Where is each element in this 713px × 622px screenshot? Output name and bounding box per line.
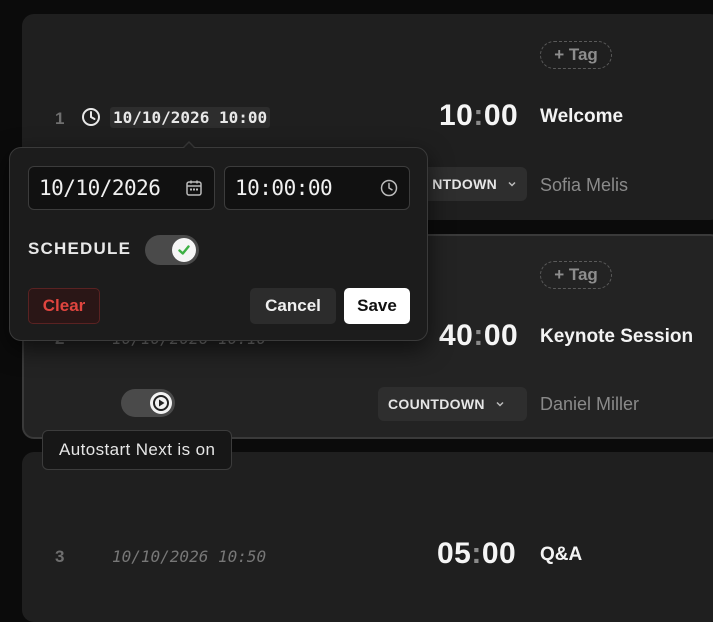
event-duration[interactable]: 10:00 [439, 99, 518, 133]
timer-type-select[interactable]: NTDOWN [418, 167, 527, 201]
timer-type-select[interactable]: COUNTDOWN [378, 387, 527, 421]
event-index: 3 [55, 547, 65, 566]
event-title[interactable]: Q&A [540, 544, 582, 566]
check-icon [178, 245, 190, 255]
autostart-tooltip: Autostart Next is on [42, 430, 233, 470]
event-duration[interactable]: 05:00 [437, 537, 516, 571]
event-index: 1 [55, 109, 65, 128]
toggle-knob [150, 392, 172, 414]
cancel-button[interactable]: Cancel [250, 288, 336, 324]
calendar-icon[interactable] [184, 178, 204, 198]
chevron-down-icon [496, 401, 504, 407]
play-icon [153, 395, 169, 411]
date-field[interactable]: 10/10/2026 [28, 166, 215, 210]
scheduled-time[interactable]: 10/10/2026 10:50 [112, 547, 266, 566]
presenter-name[interactable]: Sofia Melis [540, 175, 628, 196]
schedule-label: SCHEDULE [28, 239, 132, 258]
popover-arrow-inner [182, 143, 196, 150]
event-card-3[interactable]: 3 10/10/2026 10:50 05:00 Q&A [22, 452, 713, 622]
presenter-name[interactable]: Daniel Miller [540, 394, 639, 415]
schedule-popover: 10/10/2026 10:00:00 SCHEDULE Clear Cance… [9, 147, 428, 341]
event-title[interactable]: Keynote Session [540, 326, 693, 348]
scheduled-time[interactable]: 10/10/2026 10:00 [110, 107, 271, 128]
add-tag-button[interactable]: + Tag [540, 41, 612, 69]
clock-icon [82, 108, 100, 126]
clock-icon[interactable] [379, 178, 399, 198]
event-duration[interactable]: 40:00 [439, 319, 518, 353]
time-field[interactable]: 10:00:00 [224, 166, 410, 210]
save-button[interactable]: Save [344, 288, 410, 324]
toggle-knob [172, 238, 196, 262]
add-tag-button[interactable]: + Tag [540, 261, 612, 289]
clear-button[interactable]: Clear [28, 288, 100, 324]
event-title[interactable]: Welcome [540, 106, 623, 128]
autostart-toggle[interactable] [121, 389, 175, 417]
schedule-toggle[interactable] [145, 235, 199, 265]
chevron-down-icon [508, 181, 516, 187]
